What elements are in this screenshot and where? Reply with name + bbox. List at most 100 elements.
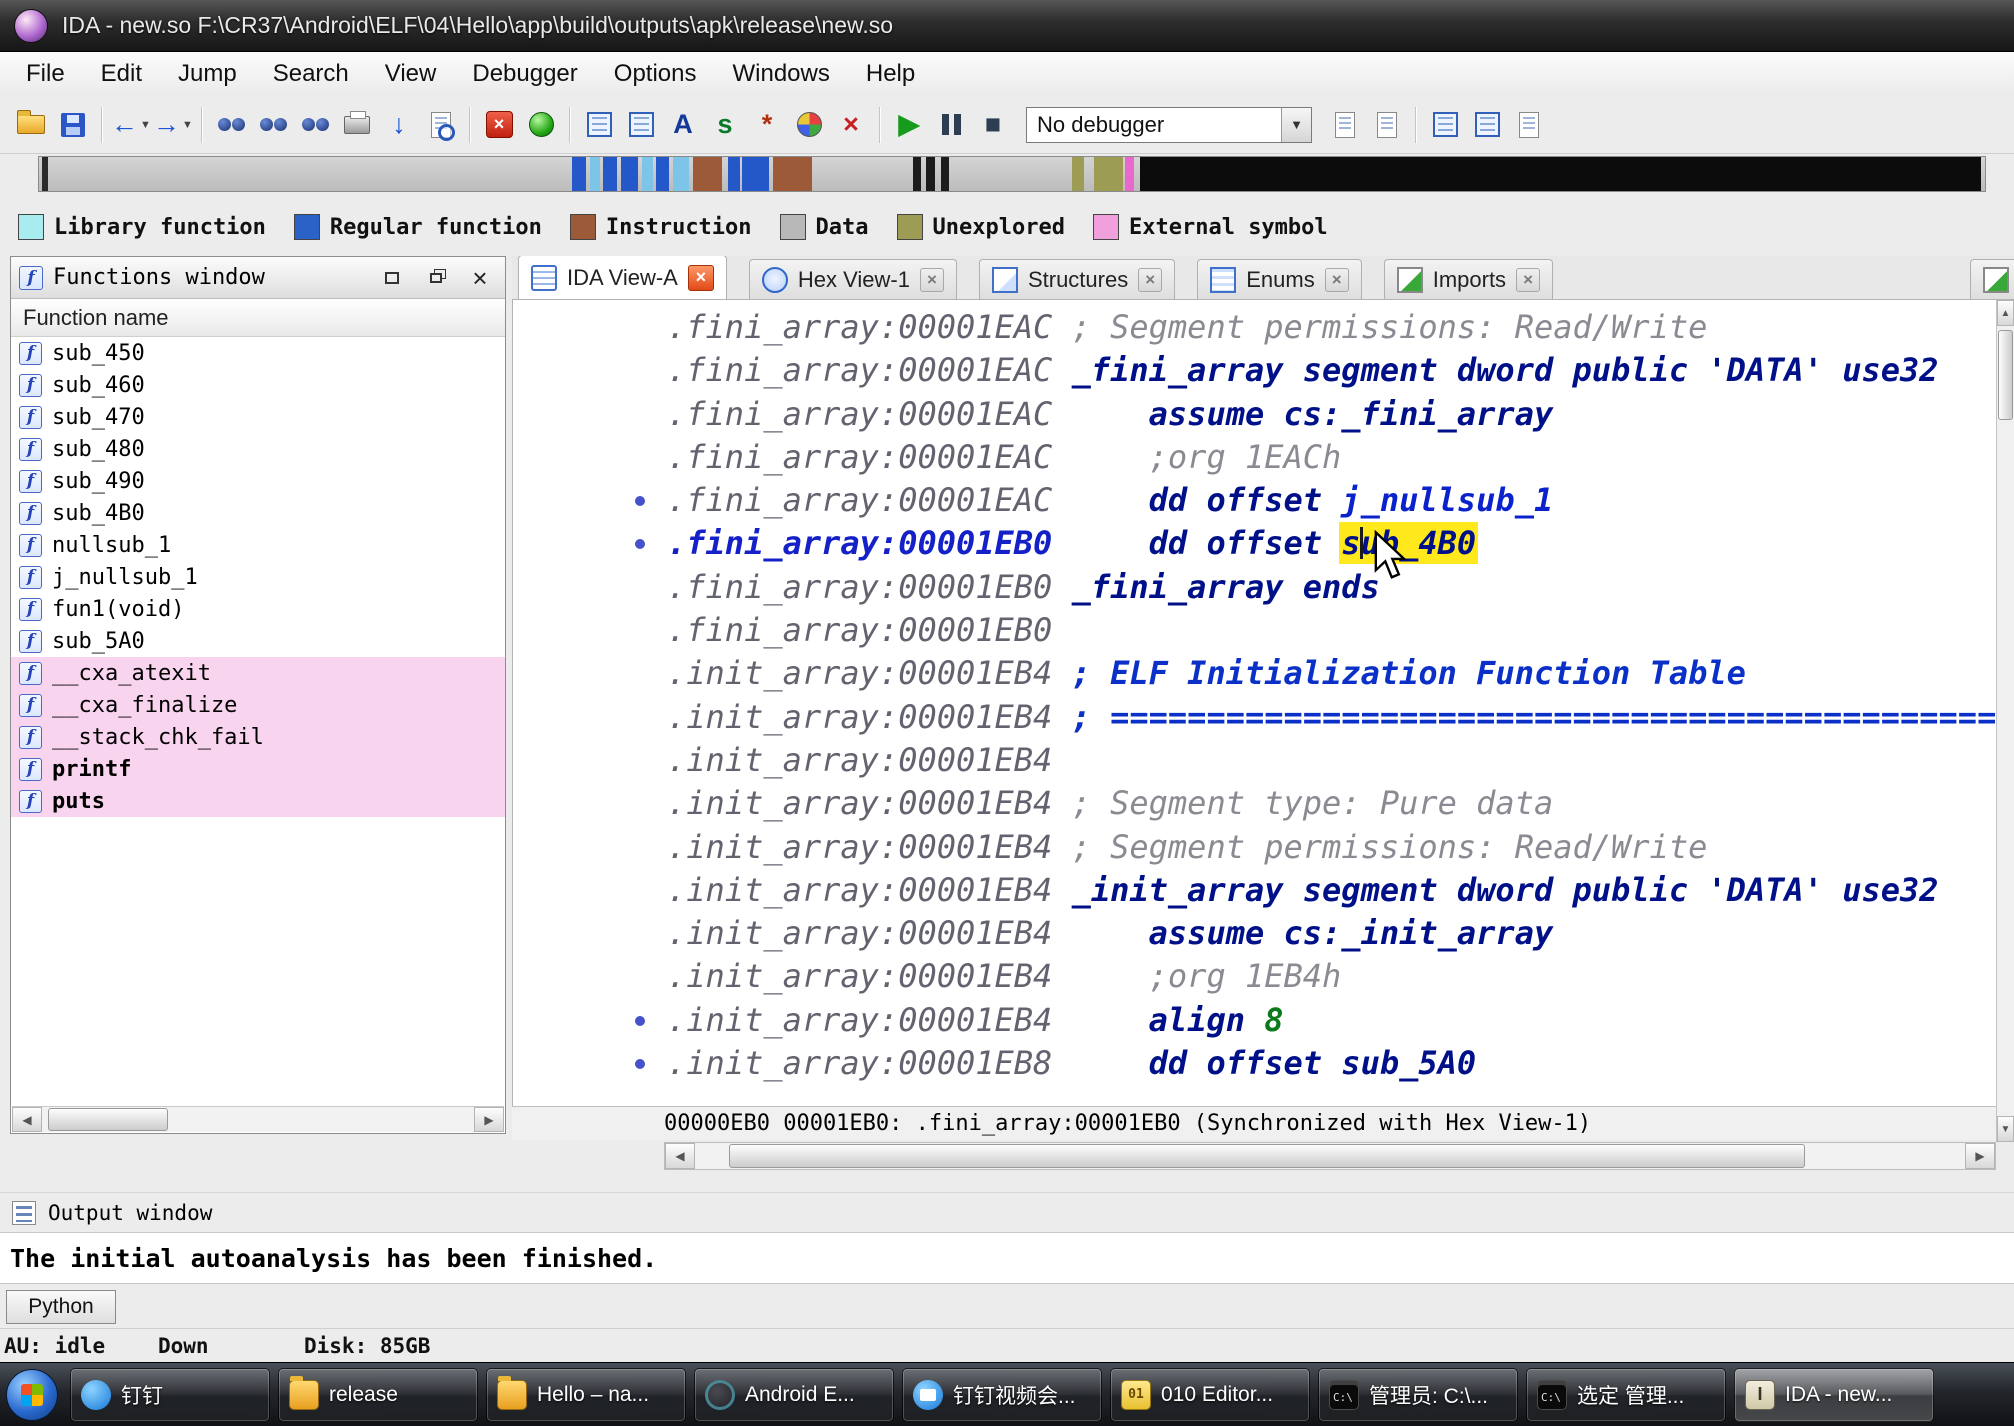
taskbar-item-android-e[interactable]: Android E... (694, 1368, 894, 1422)
taskbar-item-ida-new[interactable]: IDA - new... (1734, 1368, 1934, 1422)
disassembly-line[interactable]: .init_array:00001EB4 assume cs:_init_arr… (513, 912, 1996, 955)
start-process-icon[interactable]: ▶ (888, 104, 930, 146)
stop-analysis-icon[interactable]: × (478, 104, 520, 146)
menu-windows[interactable]: Windows (715, 52, 848, 96)
open-icon[interactable] (10, 104, 52, 146)
menu-edit[interactable]: Edit (83, 52, 160, 96)
taskbar-item-hello-na[interactable]: Hello – na... (486, 1368, 686, 1422)
scroll-right-icon[interactable]: ▶ (1965, 1143, 1995, 1169)
tab-ida-view-a[interactable]: IDA View-A× (518, 256, 727, 299)
close-icon[interactable]: × (1516, 268, 1540, 292)
disassembly-line[interactable]: .fini_array:00001EAC ; Segment permissio… (513, 306, 1996, 349)
search-doc-icon[interactable] (420, 104, 462, 146)
scrollbar-track[interactable] (695, 1143, 1965, 1169)
disassembly-line[interactable]: .fini_array:00001EAC dd offset j_nullsub… (513, 479, 1996, 522)
menu-view[interactable]: View (367, 52, 455, 96)
function-list-item[interactable]: fsub_470 (11, 401, 505, 433)
tab-hex-view-1[interactable]: Hex View-1× (749, 259, 957, 299)
disassembly-view[interactable]: .fini_array:00001EAC ; Segment permissio… (512, 300, 1996, 1106)
taskbar-item-010-editor[interactable]: 010 Editor... (1110, 1368, 1310, 1422)
scrollbar-thumb[interactable] (729, 1144, 1805, 1168)
save-icon[interactable] (52, 104, 94, 146)
scrollbar-thumb[interactable] (1998, 330, 2013, 420)
function-list-item[interactable]: fsub_5A0 (11, 625, 505, 657)
output-window-header[interactable]: Output window (0, 1192, 2014, 1232)
menu-debugger[interactable]: Debugger (454, 52, 595, 96)
taskbar-item-c[interactable]: 管理员: C:\... (1318, 1368, 1518, 1422)
function-list-item[interactable]: fsub_460 (11, 369, 505, 401)
debug-view-icon[interactable] (620, 104, 662, 146)
float-button[interactable] (419, 264, 453, 292)
function-list-item[interactable]: fnullsub_1 (11, 529, 505, 561)
search-next-icon[interactable] (294, 104, 336, 146)
scrollbar-thumb[interactable] (48, 1108, 168, 1131)
taskbar-item[interactable]: 选定 管理... (1526, 1368, 1726, 1422)
disassembly-line[interactable]: .fini_array:00001EB0 _fini_array ends (513, 566, 1996, 609)
close-icon[interactable]: × (1138, 268, 1162, 292)
function-list-item[interactable]: f__stack_chk_fail (11, 721, 505, 753)
menu-jump[interactable]: Jump (160, 52, 255, 96)
function-list-item[interactable]: fsub_490 (11, 465, 505, 497)
forward-icon[interactable]: →▼ (152, 104, 194, 146)
disassembly-line[interactable]: .fini_array:00001EB0 (513, 609, 1996, 652)
delete-icon[interactable]: × (830, 104, 872, 146)
menu-options[interactable]: Options (596, 52, 715, 96)
function-list-item[interactable]: f__cxa_atexit (11, 657, 505, 689)
close-button[interactable]: × (463, 264, 497, 292)
function-list-item[interactable]: fj_nullsub_1 (11, 561, 505, 593)
scroll-right-icon[interactable]: ▶ (474, 1107, 504, 1132)
function-list-item[interactable]: fsub_480 (11, 433, 505, 465)
back-icon[interactable]: ←▼ (110, 104, 152, 146)
tab-structures[interactable]: Structures× (979, 259, 1175, 299)
function-list-item[interactable]: fsub_4B0 (11, 497, 505, 529)
disassembly-line[interactable]: .fini_array:00001EB0 dd offset sub_4B0 (513, 522, 1996, 565)
disassembly-line[interactable]: .init_array:00001EB4 (513, 739, 1996, 782)
disassembly-line[interactable]: .fini_array:00001EAC assume cs:_fini_arr… (513, 393, 1996, 436)
debugger-select[interactable]: No debugger ▼ (1026, 107, 1312, 143)
disassembly-vertical-scrollbar[interactable]: ▲ ▼ (1996, 300, 2014, 1142)
close-icon[interactable]: × (1325, 268, 1349, 292)
tab-enums[interactable]: Enums× (1197, 259, 1361, 299)
disassembly-line[interactable]: .init_array:00001EB4 ; Segment type: Pur… (513, 782, 1996, 825)
scroll-left-icon[interactable]: ◀ (12, 1107, 42, 1132)
scroll-down-icon[interactable]: ▼ (1997, 1116, 2014, 1142)
disassembly-line[interactable]: .fini_array:00001EAC _fini_array segment… (513, 349, 1996, 392)
function-list-item[interactable]: fprintf (11, 753, 505, 785)
maximize-button[interactable] (375, 264, 409, 292)
search-text-icon[interactable] (210, 104, 252, 146)
functions-horizontal-scrollbar[interactable]: ◀ ▶ (12, 1106, 504, 1132)
disassembly-line[interactable]: .init_array:00001EB4 ;org 1EB4h (513, 955, 1996, 998)
tab-imports[interactable]: Imports× (1384, 259, 1553, 299)
navigation-band[interactable] (38, 156, 1986, 192)
analysis-indicator-icon[interactable] (520, 104, 562, 146)
disassembly-line[interactable]: .init_array:00001EB4 ; ELF Initializatio… (513, 652, 1996, 695)
scroll-left-icon[interactable]: ◀ (665, 1143, 695, 1169)
disassembly-line[interactable]: .fini_array:00001EAC ;org 1EACh (513, 436, 1996, 479)
colors-icon[interactable] (788, 104, 830, 146)
scroll-up-icon[interactable]: ▲ (1997, 300, 2014, 326)
jump-down-icon[interactable]: ↓ (378, 104, 420, 146)
chevron-down-icon[interactable]: ▼ (1281, 108, 1311, 142)
tools-icon[interactable]: * (746, 104, 788, 146)
function-list-item[interactable]: f__cxa_finalize (11, 689, 505, 721)
close-icon[interactable]: × (920, 268, 944, 292)
patch-icon[interactable]: s (704, 104, 746, 146)
menu-help[interactable]: Help (848, 52, 933, 96)
pause-process-icon[interactable] (930, 104, 972, 146)
disassembly-line[interactable]: .init_array:00001EB4 ; Segment permissio… (513, 826, 1996, 869)
start-button[interactable] (6, 1369, 58, 1421)
menu-file[interactable]: File (8, 52, 83, 96)
function-list-item[interactable]: fsub_450 (11, 337, 505, 369)
close-icon[interactable]: × (688, 265, 714, 291)
function-list-item[interactable]: ffun1(void) (11, 593, 505, 625)
disassembly-horizontal-scrollbar[interactable]: ◀ ▶ (664, 1142, 1996, 1170)
windows-list-icon[interactable] (1424, 104, 1466, 146)
disassembly-line[interactable]: .init_array:00001EB8 dd offset sub_5A0 (513, 1042, 1996, 1085)
print-icon[interactable] (336, 104, 378, 146)
detach-from-process-icon[interactable] (1366, 104, 1408, 146)
function-list-item[interactable]: fputs (11, 785, 505, 817)
disassembly-line[interactable]: .init_array:00001EB4 _init_array segment… (513, 869, 1996, 912)
taskbar-item-release[interactable]: release (278, 1368, 478, 1422)
scrollbar-track[interactable] (42, 1107, 474, 1132)
disassembly-line[interactable]: .init_array:00001EB4 align 8 (513, 999, 1996, 1042)
